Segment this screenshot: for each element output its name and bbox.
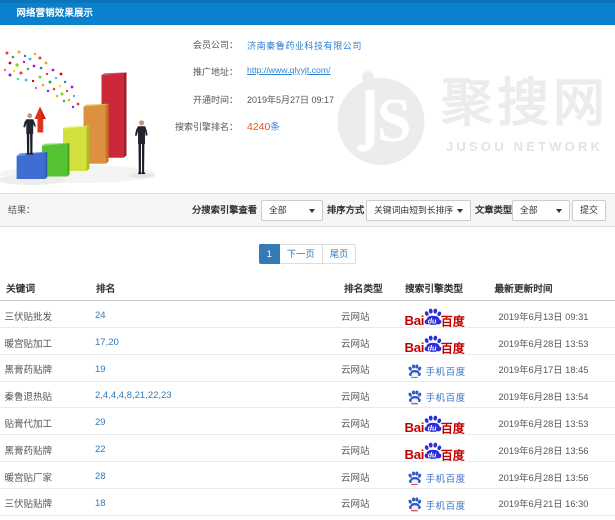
- svg-text:S: S: [377, 87, 411, 155]
